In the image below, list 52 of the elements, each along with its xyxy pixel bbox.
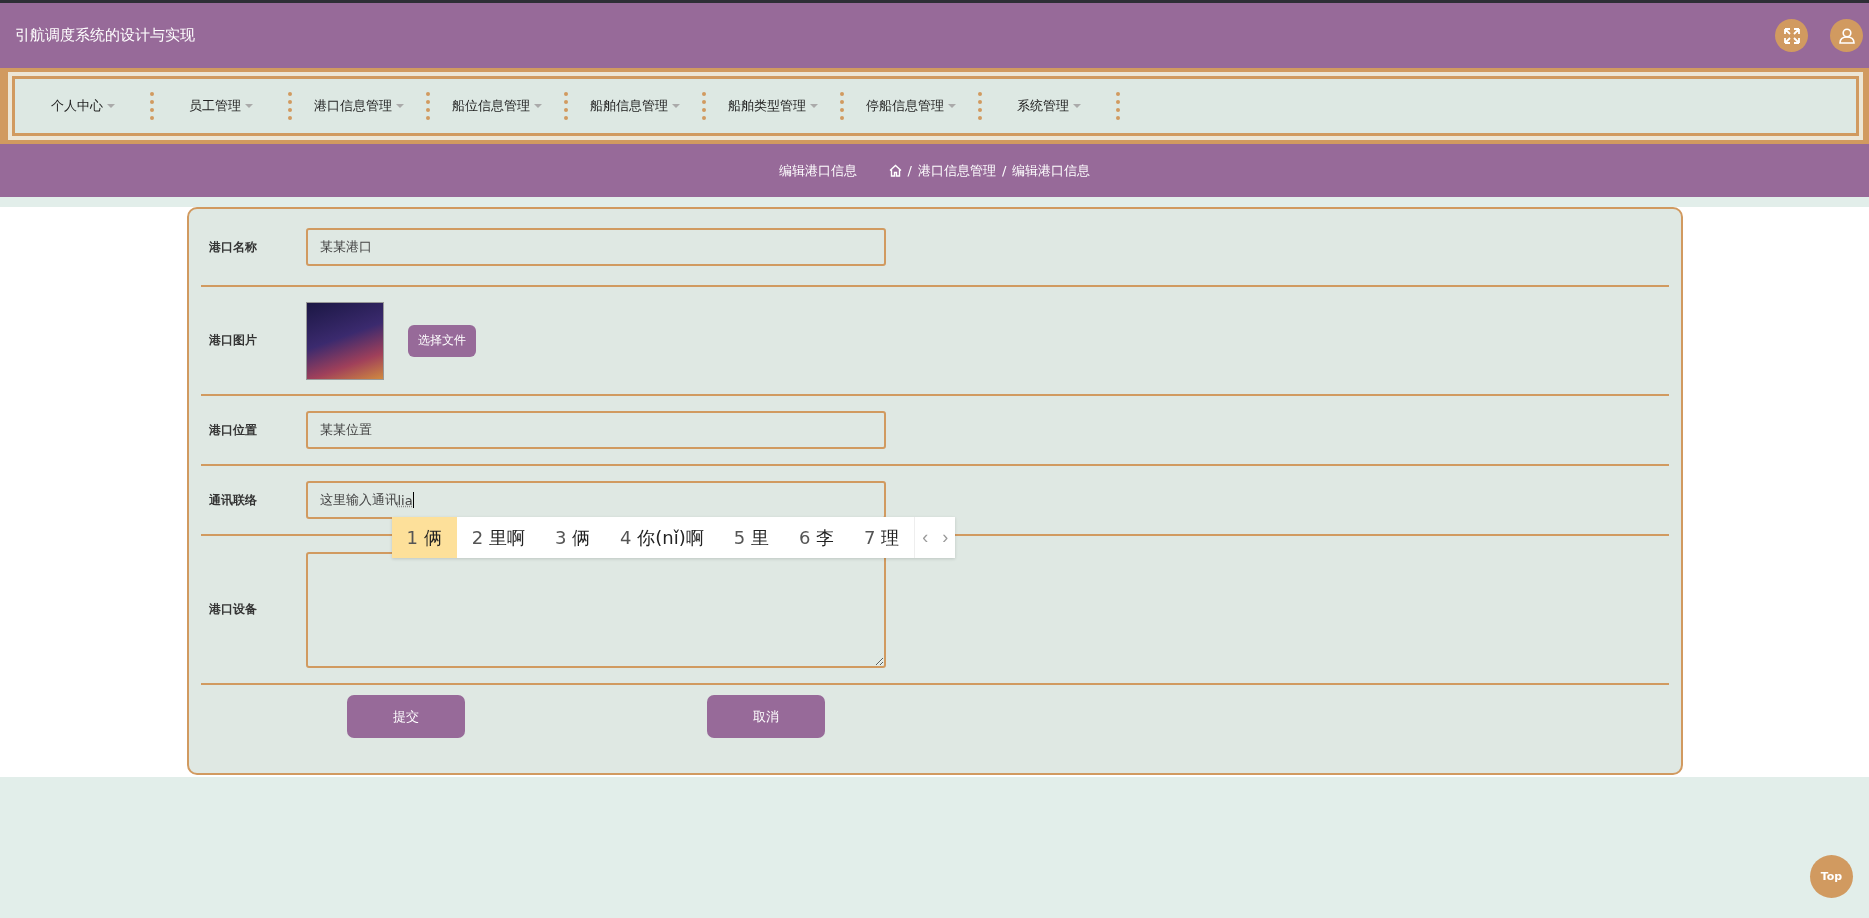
breadcrumb-item: 港口信息管理: [918, 161, 996, 180]
caret-icon: [245, 104, 253, 108]
caret-icon: [810, 104, 818, 108]
dots-separator: [1116, 92, 1120, 120]
ime-candidate[interactable]: 3 俩: [539, 517, 606, 558]
caret-icon: [534, 104, 542, 108]
ime-candidate[interactable]: 2 里啊: [456, 517, 540, 558]
app-title: 引航调度系统的设计与实现: [15, 26, 195, 45]
breadcrumb-separator: /: [1002, 163, 1007, 178]
menu-item[interactable]: 系统管理: [982, 91, 1116, 121]
caret-icon: [948, 104, 956, 108]
menu-item[interactable]: 个人中心: [16, 91, 150, 121]
ime-candidate[interactable]: 4 你(nǐ)啊: [605, 517, 719, 558]
input-field[interactable]: 某某位置: [305, 411, 886, 449]
dots-separator: [564, 92, 568, 120]
choose-file-button[interactable]: 选择文件: [407, 324, 476, 357]
caret-icon: [1073, 104, 1081, 108]
user-icon[interactable]: [1830, 19, 1863, 52]
cancel-button[interactable]: 取消: [706, 695, 825, 738]
ime-candidate[interactable]: 1 俩: [391, 517, 457, 558]
caret-icon: [107, 104, 115, 108]
dots-separator: [150, 92, 154, 120]
submit-button[interactable]: 提交: [346, 695, 465, 738]
dots-separator: [426, 92, 430, 120]
menu-item[interactable]: 船舶类型管理: [706, 91, 840, 121]
page-title: 编辑港口信息: [778, 161, 857, 180]
menu-item[interactable]: 船舶信息管理: [568, 91, 702, 121]
breadcrumb-separator: /: [907, 163, 912, 178]
text-area[interactable]: [305, 551, 886, 668]
fullscreen-icon[interactable]: [1775, 19, 1808, 52]
ime-candidate[interactable]: 6 李: [783, 517, 850, 558]
menu-item[interactable]: 船位信息管理: [430, 91, 564, 121]
field-label: 港口位置: [207, 421, 258, 439]
menu-item[interactable]: 停船信息管理: [844, 91, 978, 121]
dots-separator: [288, 92, 292, 120]
home-icon[interactable]: [888, 164, 902, 177]
menu-item[interactable]: 港口信息管理: [292, 91, 426, 121]
field-label: 港口名称: [207, 238, 258, 256]
breadcrumb-item: 编辑港口信息: [1012, 161, 1091, 180]
field-label: 港口设备: [207, 601, 258, 618]
caret-icon: [396, 104, 404, 108]
dots-separator: [978, 92, 982, 120]
input-field[interactable]: 某某港口: [305, 228, 886, 266]
ime-candidate[interactable]: 5 里: [718, 517, 784, 558]
caret-icon: [672, 104, 680, 108]
field-label: 通讯联络: [207, 491, 258, 509]
ime-candidate[interactable]: 7 理: [849, 517, 915, 558]
field-label: 港口图片: [207, 332, 258, 349]
menu-item[interactable]: 员工管理: [154, 91, 288, 121]
input-field[interactable]: 这里输入通讯lia: [305, 481, 886, 519]
dots-separator: [702, 92, 706, 120]
dots-separator: [840, 92, 844, 120]
